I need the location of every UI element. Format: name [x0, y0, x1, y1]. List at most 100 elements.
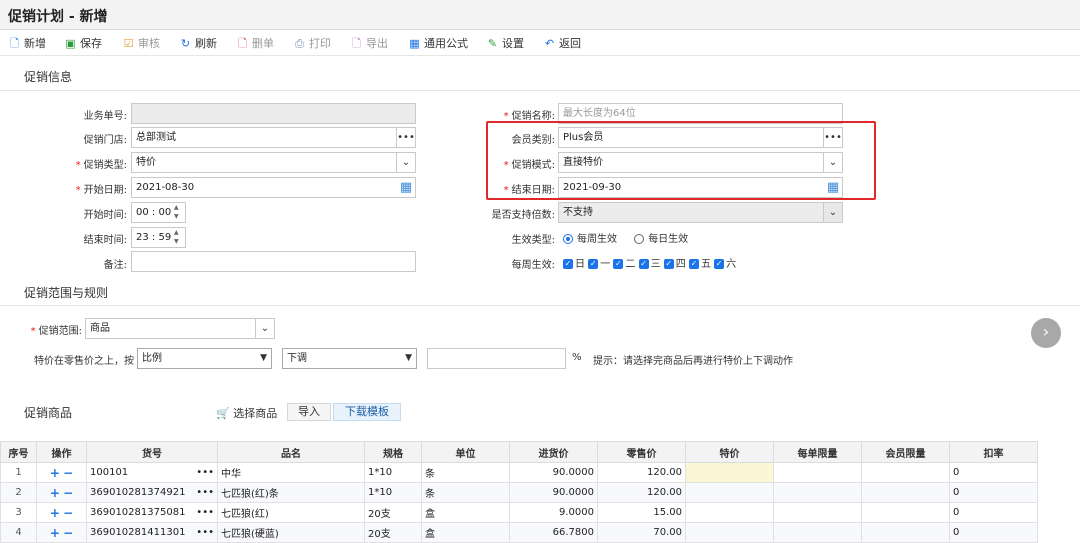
remove-row-icon[interactable]: − — [63, 486, 73, 500]
row-member-limit[interactable] — [861, 482, 950, 503]
remove-row-icon[interactable]: − — [63, 526, 73, 540]
weekday-checkbox-wed[interactable]: ✓ 三 — [638, 259, 661, 270]
delete-doc-button[interactable]: 🗋 删单 — [236, 35, 274, 51]
col-header[interactable]: 品名 — [217, 441, 365, 463]
print-button[interactable]: ⎙ 打印 — [293, 35, 331, 51]
col-header[interactable]: 零售价 — [597, 441, 686, 463]
row-rate[interactable]: 0 — [949, 482, 1038, 503]
remove-row-icon[interactable]: − — [63, 466, 73, 480]
more-icon[interactable]: ••• — [196, 507, 214, 518]
row-rate[interactable]: 0 — [949, 502, 1038, 523]
table-row[interactable]: 2 + − 369010281374921 ••• 七匹狼(红)条 1*10 条 … — [0, 482, 1038, 503]
col-header[interactable]: 操作 — [36, 441, 87, 463]
multiple-support-select[interactable]: 不支持 ⌄ — [558, 202, 843, 223]
calendar-icon[interactable]: ▦ — [396, 178, 415, 197]
chevron-down-icon[interactable]: ⌄ — [823, 203, 842, 222]
row-special-price[interactable] — [685, 502, 774, 523]
more-icon[interactable]: ••• — [196, 527, 214, 538]
col-header[interactable]: 单位 — [421, 441, 510, 463]
weekday-checkbox-mon[interactable]: ✓ 一 — [588, 259, 610, 270]
row-code[interactable]: 369010281411301 ••• — [86, 522, 218, 543]
new-button[interactable]: 🗋 新增 — [8, 35, 46, 51]
back-button[interactable]: ↶ 返回 — [543, 35, 581, 51]
row-code[interactable]: 369010281375081 ••• — [86, 502, 218, 523]
row-code[interactable]: 100101 ••• — [86, 462, 218, 483]
promo-name-field[interactable]: 最大长度为64位 — [558, 103, 843, 124]
rule-value-input[interactable] — [427, 348, 566, 369]
spin-down-icon[interactable]: ▼ — [174, 213, 184, 221]
time-spinner[interactable]: ▲ ▼ — [174, 229, 184, 246]
weekday-checkbox-tue[interactable]: ✓ 二 — [613, 259, 635, 270]
table-row[interactable]: 4 + − 369010281411301 ••• 七匹狼(硬蓝) 20支 盒 6… — [0, 522, 1038, 543]
row-per-order[interactable] — [773, 522, 862, 543]
download-template-button[interactable]: 下载模板 — [333, 403, 401, 421]
save-button[interactable]: ▣ 保存 — [64, 35, 102, 51]
col-header[interactable]: 扣率 — [949, 441, 1038, 463]
more-icon[interactable]: ••• — [196, 467, 214, 478]
col-header[interactable]: 货号 — [86, 441, 218, 463]
col-header[interactable]: 规格 — [364, 441, 422, 463]
audit-button[interactable]: ☑ 审核 — [122, 35, 160, 51]
weekday-checkbox-fri[interactable]: ✓ 五 — [688, 259, 711, 270]
col-header[interactable]: 序号 — [0, 441, 37, 463]
time-spinner[interactable]: ▲ ▼ — [174, 204, 184, 221]
start-date-field[interactable]: 2021-08-30 ▦ — [131, 177, 416, 198]
chevron-down-icon[interactable]: ⌄ — [255, 319, 274, 338]
row-rate[interactable]: 0 — [949, 522, 1038, 543]
row-rate[interactable]: 0 — [949, 462, 1038, 483]
row-per-order[interactable] — [773, 462, 862, 483]
settings-button[interactable]: ✎ 设置 — [486, 35, 524, 51]
formula-button[interactable]: ▦ 通用公式 — [408, 35, 468, 51]
row-special-price[interactable] — [685, 522, 774, 543]
export-button[interactable]: 🗋 导出 — [350, 35, 388, 51]
store-field[interactable]: 总部测试 ••• — [131, 127, 416, 148]
remark-field[interactable] — [131, 251, 416, 272]
import-button[interactable]: 导入 — [287, 403, 331, 421]
select-goods-button[interactable]: 🛒 选择商品 — [216, 405, 277, 421]
member-type-picker-button[interactable]: ••• — [823, 128, 842, 147]
member-type-field[interactable]: Plus会员 ••• — [558, 127, 843, 148]
row-per-order[interactable] — [773, 502, 862, 523]
row-special-price[interactable] — [685, 462, 774, 483]
table-row[interactable]: 3 + − 369010281375081 ••• 七匹狼(红) 20支 盒 9.… — [0, 502, 1038, 523]
weekday-checkbox-thu[interactable]: ✓ 四 — [663, 259, 686, 270]
remove-row-icon[interactable]: − — [63, 506, 73, 520]
calendar-icon[interactable]: ▦ — [823, 178, 842, 197]
store-picker-button[interactable]: ••• — [396, 128, 415, 147]
add-row-icon[interactable]: + — [50, 466, 60, 480]
col-header[interactable]: 特价 — [685, 441, 774, 463]
more-icon[interactable]: ••• — [196, 487, 214, 498]
add-row-icon[interactable]: + — [50, 526, 60, 540]
end-date-field[interactable]: 2021-09-30 ▦ — [558, 177, 843, 198]
range-select[interactable]: 商品 ⌄ — [85, 318, 275, 339]
row-code[interactable]: 369010281374921 ••• — [86, 482, 218, 503]
row-member-limit[interactable] — [861, 462, 950, 483]
row-special-price[interactable] — [685, 482, 774, 503]
row-member-limit[interactable] — [861, 522, 950, 543]
add-row-icon[interactable]: + — [50, 486, 60, 500]
radio-daily[interactable]: 每日生效 — [634, 234, 688, 245]
col-header[interactable]: 进货价 — [509, 441, 598, 463]
row-member-limit[interactable] — [861, 502, 950, 523]
promo-type-select[interactable]: 特价 ⌄ — [131, 152, 416, 173]
table-row[interactable]: 1 + − 100101 ••• 中华 1*10 条 90.0000 120.00… — [0, 462, 1038, 483]
chevron-down-icon[interactable]: ⌄ — [396, 153, 415, 172]
rule-direction-select[interactable]: 下调 ▼ — [282, 348, 417, 369]
col-header[interactable]: 每单限量 — [773, 441, 862, 463]
spin-down-icon[interactable]: ▼ — [174, 238, 184, 246]
weekday-checkbox-sun[interactable]: ✓ 日 — [563, 259, 585, 270]
chevron-right-icon[interactable]: › — [1031, 318, 1061, 348]
radio-weekly[interactable]: 每周生效 — [563, 234, 617, 245]
add-row-icon[interactable]: + — [50, 506, 60, 520]
spin-up-icon[interactable]: ▲ — [174, 204, 184, 212]
weekday-checkbox-sat[interactable]: ✓ 六 — [714, 259, 736, 270]
rule-basis-select[interactable]: 比例 ▼ — [137, 348, 272, 369]
col-header[interactable]: 会员限量 — [861, 441, 950, 463]
refresh-button[interactable]: ↻ 刷新 — [179, 35, 217, 51]
start-time-field[interactable]: 00 : 00 ▲ ▼ — [131, 202, 186, 223]
end-time-field[interactable]: 23 : 59 ▲ ▼ — [131, 227, 186, 248]
promo-mode-select[interactable]: 直接特价 ⌄ — [558, 152, 843, 173]
spin-up-icon[interactable]: ▲ — [174, 229, 184, 237]
row-per-order[interactable] — [773, 482, 862, 503]
chevron-down-icon[interactable]: ⌄ — [823, 153, 842, 172]
